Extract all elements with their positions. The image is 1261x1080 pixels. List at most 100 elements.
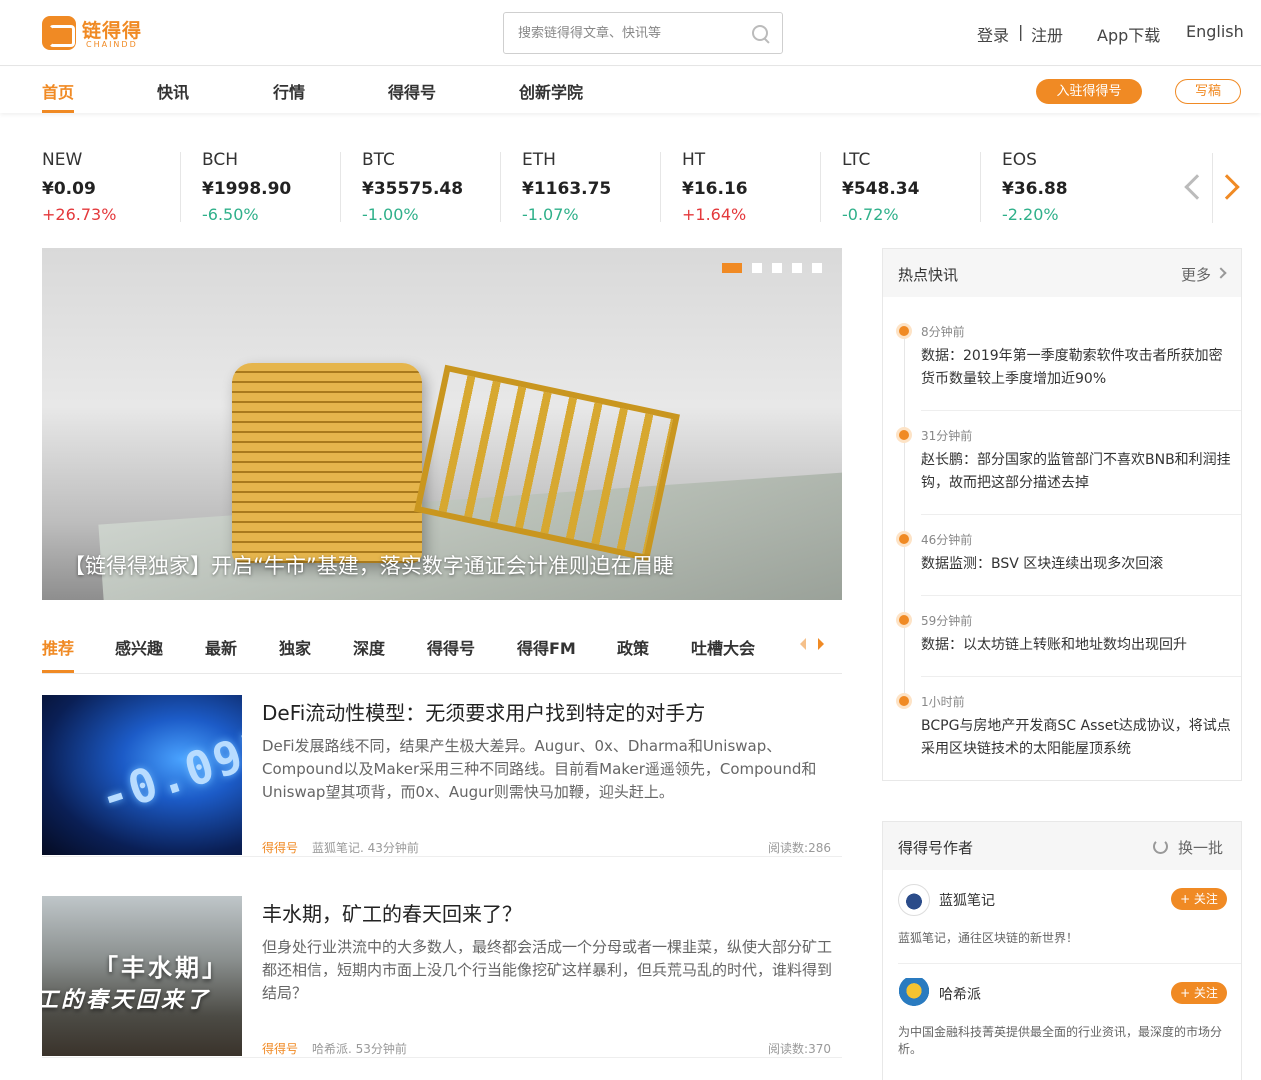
register-link[interactable]: 注册 [1031, 22, 1063, 46]
ticker-item[interactable]: NEW ¥0.09 +26.73% [42, 150, 202, 224]
article-thumbnail[interactable]: -0.095 [42, 695, 242, 855]
ticker-item[interactable]: BTC ¥35575.48 -1.00% [340, 150, 522, 224]
news-text[interactable]: 赵长鹏：部分国家的监管部门不喜欢BNB和利润挂钩，故而把这部分描述去掉 [921, 449, 1231, 495]
ticker-price: ¥0.09 [42, 179, 96, 199]
timeline-dot-icon [899, 696, 909, 706]
english-link[interactable]: English [1186, 22, 1244, 41]
article-source[interactable]: 得得号 [262, 841, 298, 855]
ticker-divider [340, 152, 341, 222]
banner-dot[interactable] [772, 263, 782, 273]
thumbnail-text: 工的春天回来了 [42, 988, 212, 1013]
tab-dedehao[interactable]: 得得号 [427, 635, 475, 659]
article-title[interactable]: DeFi流动性模型：无须要求用户找到特定的对手方 [262, 697, 705, 726]
nav-home[interactable]: 首页 [42, 79, 74, 103]
author-name[interactable]: 蓝狐笔记 [939, 890, 995, 910]
banner-dot[interactable] [792, 263, 802, 273]
ticker-prev-icon[interactable] [1180, 173, 1206, 203]
app-download-link[interactable]: App下载 [1097, 22, 1160, 46]
chevron-right-icon[interactable] [1215, 267, 1227, 279]
tab-recommend[interactable]: 推荐 [42, 635, 74, 659]
news-text[interactable]: 数据监测：BSV 区块连续出现多次回滚 [921, 553, 1231, 576]
search-input[interactable] [518, 23, 738, 43]
article-card[interactable]: -0.095 DeFi流动性模型：无须要求用户找到特定的对手方 DeFi发展路线… [42, 675, 842, 857]
article-title[interactable]: 丰水期，矿工的春天回来了？ [262, 898, 522, 927]
ticker-symbol: BCH [202, 150, 239, 170]
author-name[interactable]: 哈希派 [939, 984, 981, 1004]
news-text[interactable]: BCPG与房地产开发商SC Asset达成协议，将试点采用区块链技术的太阳能屋顶… [921, 715, 1231, 761]
tab-policy[interactable]: 政策 [617, 635, 649, 659]
ticker-next-icon[interactable] [1218, 173, 1244, 203]
nav-active-indicator [42, 110, 74, 113]
hero-banner[interactable]: 【链得得独家】开启“牛市”基建，落实数字通证会计准则迫在眉睫 [42, 248, 842, 600]
article-summary: DeFi发展路线不同，结果产生极大差异。Augur、0x、Dharma和Unis… [262, 737, 817, 801]
tab-fm[interactable]: 得得FM [517, 635, 576, 659]
join-dedehao-button[interactable]: 入驻得得号 [1036, 79, 1142, 104]
news-time: 1小时前 [921, 695, 965, 709]
tab-latest[interactable]: 最新 [205, 635, 237, 659]
tab-interest[interactable]: 感兴趣 [115, 635, 163, 659]
news-text[interactable]: 数据：以太坊链上转账和地址数均出现回升 [921, 634, 1231, 657]
link-separator: | [1018, 22, 1024, 41]
avatar[interactable] [898, 884, 930, 916]
author-divider [898, 963, 1241, 964]
author-bio: 为中国金融科技菁英提供最全面的行业资讯，最深度的市场分析。 [898, 1025, 1223, 1056]
ticker-price: ¥16.16 [682, 179, 748, 199]
ticker-item[interactable]: ETH ¥1163.75 -1.07% [500, 150, 682, 224]
nav-academy[interactable]: 创新学院 [519, 79, 583, 103]
author-bio: 蓝狐笔记，通往区块链的新世界！ [898, 931, 1079, 945]
site-logo[interactable]: 链得得 CHAINDD [42, 14, 152, 52]
tab-depth[interactable]: 深度 [353, 635, 385, 659]
price-ticker: NEW ¥0.09 +26.73% BCH ¥1998.90 -6.50% BT… [42, 150, 1261, 230]
article-source[interactable]: 得得号 [262, 1042, 298, 1056]
ticker-item[interactable]: LTC ¥548.34 -0.72% [820, 150, 1002, 224]
ticker-change: +1.64% [682, 205, 747, 224]
site-header: 链得得 CHAINDD 登录 | 注册 App下载 English [0, 0, 1261, 66]
timeline-dot-icon [899, 430, 909, 440]
ticker-item[interactable]: EOS ¥36.88 -2.20% [980, 150, 1162, 224]
refresh-icon[interactable] [1153, 839, 1168, 854]
nav-flash[interactable]: 快讯 [157, 79, 189, 103]
ticker-change: -6.50% [202, 205, 259, 224]
article-thumbnail[interactable]: 「丰水期」 工的春天回来了 [42, 896, 242, 1056]
news-divider [921, 410, 1241, 411]
ticker-item[interactable]: HT ¥16.16 +1.64% [660, 150, 842, 224]
news-text[interactable]: 数据：2019年第一季度勒索软件攻击者所获加密货币数量较上季度增加近90% [921, 345, 1231, 391]
article-read-count: 阅读数:286 [768, 841, 831, 855]
ticker-price: ¥36.88 [1002, 179, 1068, 199]
search-icon[interactable] [752, 25, 770, 43]
banner-dot[interactable] [752, 263, 762, 273]
nav-dedehao[interactable]: 得得号 [388, 79, 436, 103]
ticker-item[interactable]: BCH ¥1998.90 -6.50% [180, 150, 362, 224]
ticker-divider [500, 152, 501, 222]
hot-news-header: 热点快讯 更多 [883, 249, 1241, 297]
tab-roast[interactable]: 吐槽大会 [691, 635, 755, 659]
avatar[interactable] [898, 978, 930, 1010]
banner-dot[interactable] [812, 263, 822, 273]
hot-news-panel: 热点快讯 更多 8分钟前 数据：2019年第一季度勒索软件攻击者所获加密货币数量… [882, 248, 1242, 781]
write-button[interactable]: 写稿 [1175, 79, 1241, 104]
tabs-next-icon[interactable] [818, 638, 824, 650]
news-time: 59分钟前 [921, 614, 973, 628]
authors-panel: 得得号作者 换一批 蓝狐笔记 + 关注 蓝狐笔记，通往区块链的新世界！ 哈希派 … [882, 821, 1242, 1080]
news-divider [921, 514, 1241, 515]
nav-market[interactable]: 行情 [273, 79, 305, 103]
follow-button[interactable]: + 关注 [1171, 888, 1227, 910]
news-time: 46分钟前 [921, 533, 973, 547]
tabs-prev-icon[interactable] [800, 638, 806, 650]
article-card[interactable]: 「丰水期」 工的春天回来了 丰水期，矿工的春天回来了？ 但身处行业洪流中的大多数… [42, 876, 842, 1058]
ticker-price: ¥1998.90 [202, 179, 292, 199]
news-timeline-line [904, 327, 905, 707]
tab-exclusive[interactable]: 独家 [279, 635, 311, 659]
authors-header: 得得号作者 换一批 [883, 822, 1241, 870]
banner-dot-active[interactable] [722, 263, 742, 273]
hot-news-more-link[interactable]: 更多 [1181, 264, 1211, 285]
refresh-batch-button[interactable]: 换一批 [1178, 837, 1223, 858]
ticker-symbol: BTC [362, 150, 395, 170]
ticker-divider [980, 152, 981, 222]
login-link[interactable]: 登录 [977, 22, 1009, 46]
article-author-time: 哈希派. 53分钟前 [312, 1042, 407, 1056]
ticker-symbol: HT [682, 150, 706, 170]
article-meta: 得得号 蓝狐笔记. 43分钟前 [262, 839, 419, 856]
follow-button[interactable]: + 关注 [1171, 982, 1227, 1004]
timeline-dot-icon [899, 615, 909, 625]
